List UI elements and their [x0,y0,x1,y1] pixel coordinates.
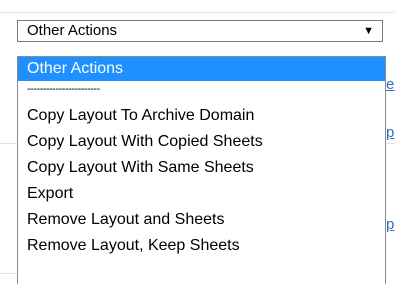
option-copy-layout-with-copied-sheets[interactable]: Copy Layout With Copied Sheets [18,129,385,155]
option-export[interactable]: Export [18,181,385,207]
background-link[interactable]: p [386,125,395,141]
other-actions-dropdown: Other Actions ----------------------- Co… [17,56,386,284]
background-divider [386,143,395,144]
option-remove-layout-keep-sheets[interactable]: Remove Layout, Keep Sheets [18,233,385,259]
background-divider [0,143,17,144]
option-copy-layout-with-same-sheets[interactable]: Copy Layout With Same Sheets [18,155,385,181]
background-divider [0,273,17,274]
option-remove-layout-and-sheets[interactable]: Remove Layout and Sheets [18,207,385,233]
option-separator: ----------------------- [27,83,100,95]
background-link[interactable]: e [386,77,395,93]
background-link[interactable]: p [386,217,395,233]
select-value: Other Actions [27,22,118,39]
dropdown-arrow-icon: ▼ [363,25,374,37]
option-other-actions[interactable]: Other Actions [18,57,385,81]
background-divider [0,12,395,13]
option-copy-layout-to-archive-domain[interactable]: Copy Layout To Archive Domain [18,103,385,129]
other-actions-select[interactable]: Other Actions ▼ [17,20,383,42]
page: e p p Other Actions ▼ Other Actions ----… [0,0,395,284]
